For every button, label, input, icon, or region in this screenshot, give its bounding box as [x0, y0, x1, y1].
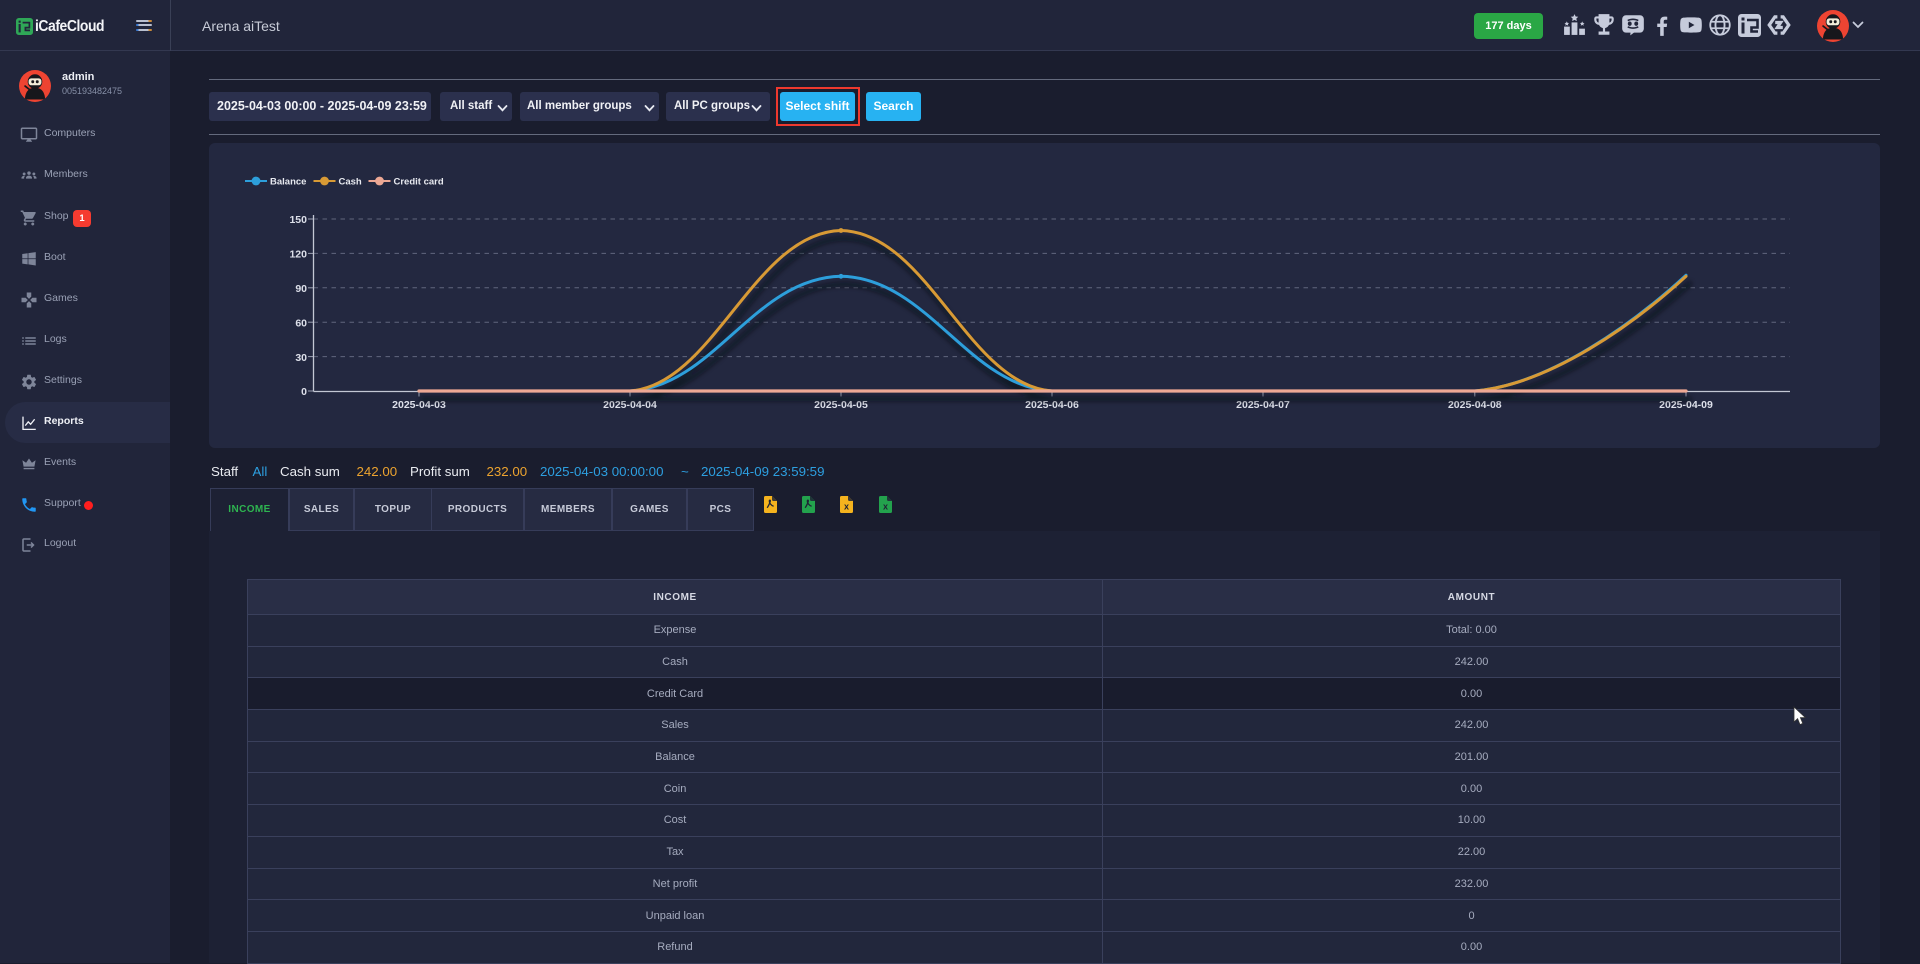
svg-text:150: 150	[289, 214, 307, 226]
svg-text:90: 90	[295, 283, 307, 295]
svg-text:x: x	[844, 502, 849, 512]
svg-text:60: 60	[295, 317, 307, 329]
svg-text:0: 0	[301, 386, 307, 398]
svg-text:Cash: Cash	[339, 176, 362, 187]
svg-text:Balance: Balance	[270, 176, 306, 187]
svg-text:Credit card: Credit card	[394, 176, 444, 187]
svg-text:120: 120	[289, 249, 307, 261]
svg-text:x: x	[883, 502, 888, 512]
svg-text:30: 30	[295, 352, 307, 364]
